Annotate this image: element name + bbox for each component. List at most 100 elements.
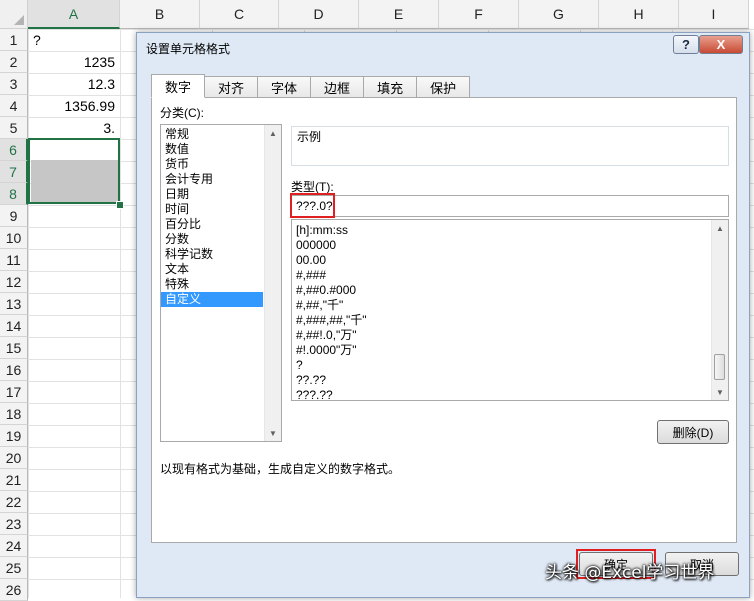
format-code-item[interactable]: #,###,##,"千" <box>292 313 710 328</box>
row-header-15[interactable]: 15 <box>0 337 28 359</box>
format-list-scrollbar[interactable]: ▲ ▼ <box>711 220 728 400</box>
scroll-down-icon[interactable]: ▼ <box>712 384 728 400</box>
watermark: 头条 @Excel学习世界 <box>545 563 715 583</box>
column-header-g[interactable]: G <box>519 0 599 29</box>
category-item[interactable]: 百分比 <box>161 217 263 232</box>
row-header-25[interactable]: 25 <box>0 557 28 579</box>
row-header-16[interactable]: 16 <box>0 359 28 381</box>
format-cells-dialog: 设置单元格格式 ? X 数字 对齐 字体 边框 填充 保护 分类(C): 常规 数值 货币 会计… <box>136 32 750 598</box>
row-header-14[interactable]: 14 <box>0 315 28 337</box>
column-header-b[interactable]: B <box>120 0 200 29</box>
format-code-item[interactable]: ???.?? <box>292 388 710 403</box>
row-header-20[interactable]: 20 <box>0 447 28 469</box>
row-header-5[interactable]: 5 <box>0 117 28 139</box>
dialog-title: 设置单元格格式 <box>146 42 231 56</box>
cell-a3[interactable]: 12.3 <box>28 73 120 95</box>
column-header-h[interactable]: H <box>599 0 679 29</box>
delete-button[interactable]: 删除(D) <box>657 420 729 444</box>
column-header-c[interactable]: C <box>200 0 279 29</box>
highlight-box <box>290 193 335 218</box>
fill-handle[interactable] <box>116 201 124 209</box>
column-header-e[interactable]: E <box>359 0 439 29</box>
row-header-22[interactable]: 22 <box>0 491 28 513</box>
category-item[interactable]: 时间 <box>161 202 263 217</box>
category-item[interactable]: 货币 <box>161 157 263 172</box>
category-item[interactable]: 日期 <box>161 187 263 202</box>
format-code-item[interactable]: 000000 <box>292 238 710 253</box>
row-header-4[interactable]: 4 <box>0 95 28 117</box>
row-header-24[interactable]: 24 <box>0 535 28 557</box>
row-headers: 1 2 3 4 5 6 7 8 9 10 11 12 13 14 15 16 17 18 19 20 21 22 23 24 2… <box>0 29 28 601</box>
row-header-12[interactable]: 12 <box>0 271 28 293</box>
row-header-7[interactable]: 7 <box>0 161 28 183</box>
category-item[interactable]: 分数 <box>161 232 263 247</box>
close-icon: X <box>716 37 726 52</box>
column-header-a[interactable]: A <box>28 0 120 29</box>
format-code-item[interactable]: #,##,"千" <box>292 298 710 313</box>
row-header-17[interactable]: 17 <box>0 381 28 403</box>
category-list[interactable]: 常规 数值 货币 会计专用 日期 时间 百分比 分数 科学记数 文本 特殊 自定义 ▲ ▼ <box>160 124 282 442</box>
category-item[interactable]: 文本 <box>161 262 263 277</box>
format-description: 以现有格式为基础，生成自定义的数字格式。 <box>160 462 401 476</box>
category-item[interactable]: 特殊 <box>161 277 263 292</box>
format-code-item[interactable]: #,### <box>292 268 710 283</box>
row-header-21[interactable]: 21 <box>0 469 28 491</box>
tab-5[interactable]: 保护 <box>416 76 471 98</box>
column-header-d[interactable]: D <box>279 0 359 29</box>
row-header-13[interactable]: 13 <box>0 293 28 315</box>
category-item[interactable]: 数值 <box>161 142 263 157</box>
format-code-item[interactable]: 00.00 <box>292 253 710 268</box>
category-label: 分类(C): <box>160 106 204 120</box>
cell-a5[interactable]: 3. <box>28 117 120 139</box>
format-code-item[interactable]: ??.?? <box>292 373 710 388</box>
category-item[interactable]: 会计专用 <box>161 172 263 187</box>
cell-a2[interactable]: 1235 <box>28 51 120 73</box>
row-header-19[interactable]: 19 <box>0 425 28 447</box>
tab-0[interactable]: 数字 <box>151 74 206 98</box>
help-icon: ? <box>682 37 690 52</box>
category-item[interactable]: 科学记数 <box>161 247 263 262</box>
cell-a4[interactable]: 1356.99 <box>28 95 120 117</box>
row-header-6[interactable]: 6 <box>0 139 28 161</box>
close-button[interactable]: X <box>699 35 743 54</box>
format-code-list[interactable]: [h]:mm:ss 000000 00.00 #,### #,##0.#000 #,##,… <box>291 219 729 403</box>
column-headers: ABCDEFGHI <box>28 0 749 29</box>
format-code-item[interactable]: ? <box>292 358 710 373</box>
format-code-item[interactable]: #,##0.#000 <box>292 283 710 298</box>
column-header-i[interactable]: I <box>679 0 749 29</box>
dialog-titlebar[interactable]: 设置单元格格式 ? X <box>137 33 749 61</box>
tab-4[interactable]: 填充 <box>363 76 418 98</box>
category-item[interactable]: 自定义 <box>161 292 263 307</box>
column-header-f[interactable]: F <box>439 0 519 29</box>
type-input[interactable]: ???.0? <box>291 195 729 217</box>
selected-range[interactable] <box>28 138 120 204</box>
row-header-10[interactable]: 10 <box>0 227 28 249</box>
sample-box <box>291 126 729 166</box>
tab-1[interactable]: 对齐 <box>204 76 259 98</box>
delete-button-label: 删除(D) <box>672 425 714 440</box>
row-header-23[interactable]: 23 <box>0 513 28 535</box>
format-code-item[interactable]: #!.0000"万" <box>292 343 710 358</box>
number-tab-panel: 分类(C): 常规 数值 货币 会计专用 日期 时间 百分比 分数 科学记数 文本 特殊 自定义 ▲ … <box>151 97 737 543</box>
row-header-3[interactable]: 3 <box>0 73 28 95</box>
row-header-18[interactable]: 18 <box>0 403 28 425</box>
help-button[interactable]: ? <box>673 35 699 54</box>
format-code-item[interactable]: [h]:mm:ss <box>292 223 710 238</box>
row-header-1[interactable]: 1 <box>0 29 28 51</box>
scroll-up-icon[interactable]: ▲ <box>265 125 281 141</box>
category-scrollbar[interactable]: ▲ ▼ <box>264 125 281 441</box>
scroll-thumb[interactable] <box>714 354 725 380</box>
row-header-11[interactable]: 11 <box>0 249 28 271</box>
tab-3[interactable]: 边框 <box>310 76 365 98</box>
category-item[interactable]: 常规 <box>161 127 263 142</box>
sample-label: 示例 <box>295 128 324 145</box>
format-code-item[interactable]: #,##!.0,"万" <box>292 328 710 343</box>
scroll-up-icon[interactable]: ▲ <box>712 220 728 236</box>
row-header-9[interactable]: 9 <box>0 205 28 227</box>
tab-2[interactable]: 字体 <box>257 76 312 98</box>
row-header-2[interactable]: 2 <box>0 51 28 73</box>
select-all-button[interactable] <box>0 0 28 29</box>
row-header-8[interactable]: 8 <box>0 183 28 205</box>
scroll-down-icon[interactable]: ▼ <box>265 425 281 441</box>
cell-a1[interactable]: ? <box>28 29 120 51</box>
